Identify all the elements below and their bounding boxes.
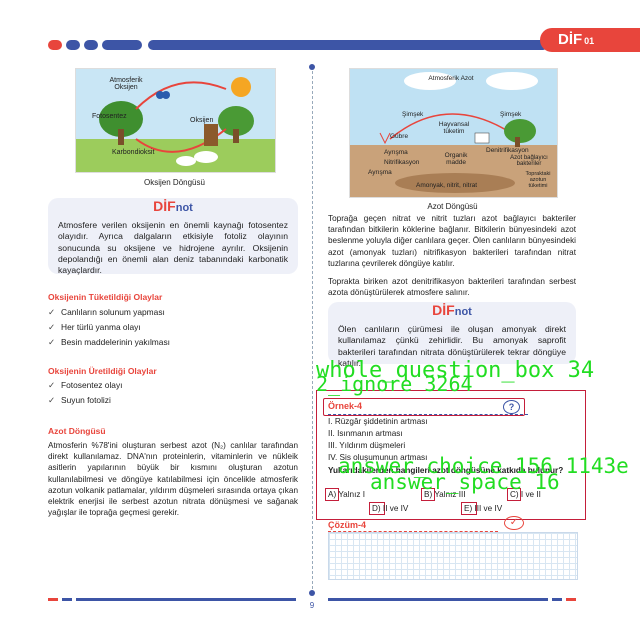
consume-item-1: ✓ Canlıların solunum yapması [48,307,165,317]
nfig-label-azotbag: Azot bağlayıcı bakteriler [510,155,548,167]
divider-dot-top [309,64,315,70]
footer-bar-right-2 [566,598,576,601]
header-bar-blue-1 [66,40,80,50]
footer-bar-left-2 [62,598,72,601]
nfig-label-gubre: Gübre [390,133,409,140]
left-note-box: DİFnot Atmosfere verilen oksijenin en ön… [48,198,298,276]
example-item-2: II. Isınmanın artması [328,429,403,438]
right-paragraph-2: Toprakta biriken azot denitrifikasyon ba… [328,277,576,298]
nfig-label-ayrisma2: Ayrışma [368,169,392,176]
nfig-label-hayvansal: Hayvansal tüketim [438,121,470,135]
dif-badge: DİF 01 [540,28,640,52]
header-bar-red [48,40,62,50]
answer-a[interactable]: A) Yalnız I [328,490,365,499]
example-header-line [328,414,528,415]
oxygen-cycle-figure: Atmosferik Oksijen Fotosentez Oksijen Ka… [75,68,276,173]
nfig-label-simsek2: Şimşek [500,111,522,118]
dif-not-logo-right: DİFnot [432,302,472,318]
page-number: 9 [309,601,315,610]
nfig-label-amonyak: Amonyak, nitrit, nitrat [416,182,478,189]
nfig-label-topraktaki: Topraktaki azotun tüketimi [525,171,551,189]
example-item-1: I. Rüzgâr şiddetinin artması [328,417,428,426]
solution-label: Çözüm-4 [328,520,366,530]
fig-label-atmosfer: Atmosferik Oksijen [109,77,143,91]
produce-item-2: ✓ Suyun fotolizi [48,395,111,405]
fig-label-oksijen: Oksijen [190,117,214,124]
nfig-label-ayrisma1: Ayrışma [384,149,408,156]
checkmark-icon: ✓ [504,516,524,530]
fig-label-karbondioksit: Karbondioksit [112,149,155,156]
azot-paragraph: Atmosferin %78'ini oluşturan serbest azo… [48,441,298,518]
header-bar-blue-3 [102,40,142,50]
nfig-label-organik: Organik madde [444,152,468,166]
answer-d[interactable]: D) II ve IV [372,504,408,513]
solution-grid [328,532,578,580]
right-note-box: DİFnot Ölen canlıların çürümesi ile oluş… [328,302,576,368]
azot-heading: Azot Döngüsü [48,426,106,436]
nfig-label-atm: Atmosferik Azot [428,75,474,82]
nitrogen-figure-caption: Azot Döngüsü [427,202,478,211]
nitrogen-cycle-figure: Atmosferik Azot Şimşek Şimşek Hayvansal … [349,68,558,198]
right-paragraph-1: Toprağa geçen nitrat ve nitrit tuzları a… [328,214,576,268]
question-mark-icon: ? [503,400,520,414]
footer-bar-left [48,598,58,601]
produce-item-1: ✓ Fotosentez olayı [48,380,123,390]
oxygen-figure-caption: Oksijen Döngüsü [144,178,205,187]
footer-line-left [76,598,296,601]
annotation-ignore: 2_ignore 3264 [316,372,473,396]
produce-heading: Oksijenin Üretildiği Olaylar [48,366,157,376]
footer-line-right [328,598,548,601]
consume-item-2: ✓ Her türlü yanma olayı [48,322,141,332]
consume-heading: Oksijenin Tüketildiği Olaylar [48,292,163,302]
nfig-label-denitri: Denitrifikasyon [486,147,529,154]
example-label: Örnek-4 [328,401,363,411]
dif-not-logo: DİFnot [153,198,193,214]
nfig-label-simsek1: Şimşek [402,111,424,118]
example-item-3: III. Yıldırım düşmeleri [328,441,406,450]
nfig-label-nitri: Nitrifikasyon [384,159,420,166]
fig-label-fotosentez: Fotosentez [92,113,127,120]
annotation-answer-space: answer_space 16 [370,470,560,494]
left-note-text: Atmosfere verilen oksijenin en önemli ka… [58,220,288,276]
column-divider [312,66,313,594]
answer-e[interactable]: E) III ve IV [464,504,502,513]
header-bar-blue-2 [84,40,98,50]
divider-dot-bottom [309,590,315,596]
consume-item-3: ✓ Besin maddelerinin yakılması [48,337,170,347]
footer-bar-right [552,598,562,601]
header-bar-main [148,40,548,50]
